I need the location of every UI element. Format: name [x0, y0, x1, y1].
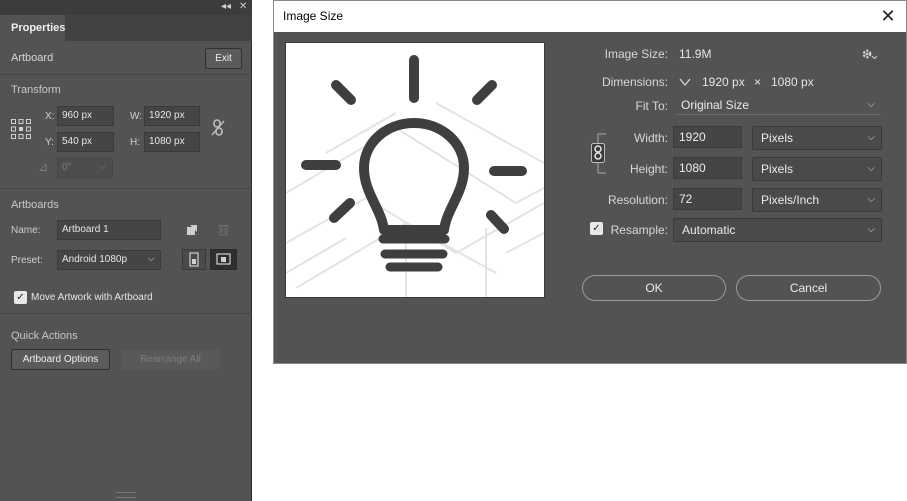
chevron-down-icon: ⌵ — [867, 163, 875, 174]
resolution-input[interactable]: 72 — [673, 188, 742, 210]
delete-artboard-icon — [218, 225, 229, 236]
gear-icon[interactable] — [861, 47, 877, 61]
panel-top-bar: ◂◂ ✕ — [0, 0, 252, 15]
image-size-label: Image Size: — [604, 47, 668, 61]
w-label: W: — [130, 111, 143, 122]
resolution-label: Resolution: — [607, 193, 668, 207]
exit-button[interactable]: Exit — [205, 48, 242, 69]
height-unit-select[interactable]: Pixels ⌵ — [752, 157, 882, 181]
chevron-down-icon: ⌵ — [867, 99, 875, 110]
dialog-title: Image Size — [274, 1, 906, 32]
lightbulb-icon — [286, 55, 544, 297]
rearrange-all-button[interactable]: Rearrange All — [121, 349, 220, 370]
new-artboard-icon[interactable] — [186, 224, 198, 236]
artboard-options-button[interactable]: Artboard Options — [11, 349, 110, 370]
resample-label: Resample: — [610, 223, 668, 237]
chevron-down-icon: ⌵ — [99, 161, 106, 171]
artboards-section-title: Artboards — [11, 199, 59, 211]
transform-section-title: Transform — [11, 84, 61, 96]
dimensions-width-value: 1920 px — [702, 75, 745, 89]
cancel-button[interactable]: Cancel — [736, 275, 881, 301]
dimensions-label: Dimensions: — [601, 75, 668, 89]
fit-to-select[interactable]: Original Size ⌵ — [674, 95, 882, 115]
dimensions-height-value: 1080 px — [771, 75, 814, 89]
resample-select[interactable]: Automatic ⌵ — [673, 218, 882, 242]
artboard-type-label: Artboard — [11, 52, 54, 64]
landscape-orientation-button[interactable] — [210, 249, 237, 270]
resample-checkbox[interactable]: ✓ — [590, 222, 603, 235]
collapse-panel-icon[interactable]: ◂◂ — [221, 1, 231, 13]
fit-to-label: Fit To: — [635, 99, 668, 113]
portrait-orientation-button[interactable] — [182, 249, 206, 270]
width-input[interactable]: 1920 — [673, 126, 742, 148]
divider — [0, 74, 252, 75]
w-input[interactable]: 1920 px — [144, 106, 200, 126]
tab-properties[interactable]: Properties — [0, 15, 65, 41]
reference-point-icon[interactable] — [10, 118, 32, 140]
resample-value: Automatic — [682, 223, 736, 237]
y-label: Y: — [45, 137, 54, 148]
width-label: Width: — [633, 131, 668, 145]
chevron-down-icon: ⌵ — [867, 132, 875, 143]
resolution-unit-value: Pixels/Inch — [761, 193, 820, 207]
chevron-down-icon: ⌵ — [867, 224, 875, 235]
dimensions-times: × — [754, 75, 762, 89]
resolution-unit-select[interactable]: Pixels/Inch ⌵ — [752, 188, 882, 212]
properties-panel: ◂◂ ✕ Properties Artboard Exit Transform … — [0, 0, 252, 501]
angle-icon: ⊿ — [38, 160, 49, 174]
height-unit-value: Pixels — [761, 162, 794, 176]
height-label: Height: — [629, 162, 668, 176]
image-size-dialog: Image Size ✕ Image Size: 11.9M Dimension… — [273, 0, 907, 364]
height-input[interactable]: 1080 — [673, 157, 742, 179]
artboard-name-input[interactable]: Artboard 1 — [57, 220, 161, 240]
move-artwork-checkbox[interactable]: ✓ — [14, 291, 27, 304]
move-artwork-label: Move Artwork with Artboard — [31, 292, 153, 303]
resize-grip[interactable] — [116, 492, 136, 498]
ok-button[interactable]: OK — [582, 275, 726, 301]
x-label: X: — [45, 111, 55, 122]
width-unit-select[interactable]: Pixels ⌵ — [752, 126, 882, 150]
divider — [0, 313, 252, 314]
y-input[interactable]: 540 px — [57, 132, 114, 152]
image-size-value: 11.9M — [679, 47, 712, 61]
close-panel-icon[interactable]: ✕ — [239, 1, 247, 13]
chevron-down-icon: ⌵ — [867, 194, 875, 205]
width-unit-value: Pixels — [761, 131, 794, 145]
quick-actions-title: Quick Actions — [11, 330, 78, 342]
link-dimensions-icon[interactable] — [211, 119, 225, 137]
preset-label: Preset: — [11, 255, 43, 266]
image-preview[interactable] — [285, 42, 545, 298]
chevron-down-icon: ⌵ — [148, 253, 155, 263]
h-label: H: — [130, 137, 140, 148]
close-dialog-icon[interactable]: ✕ — [878, 5, 898, 27]
x-input[interactable]: 960 px — [57, 106, 114, 126]
preset-select[interactable]: Android 1080p — [57, 250, 161, 270]
panel-tab-row: Properties — [0, 15, 252, 41]
divider — [0, 188, 252, 189]
constrain-proportions-icon[interactable] — [591, 143, 605, 163]
fit-to-value: Original Size — [681, 98, 750, 112]
chevron-down-icon[interactable] — [678, 76, 692, 88]
name-label: Name: — [11, 225, 41, 236]
h-input[interactable]: 1080 px — [144, 132, 200, 152]
